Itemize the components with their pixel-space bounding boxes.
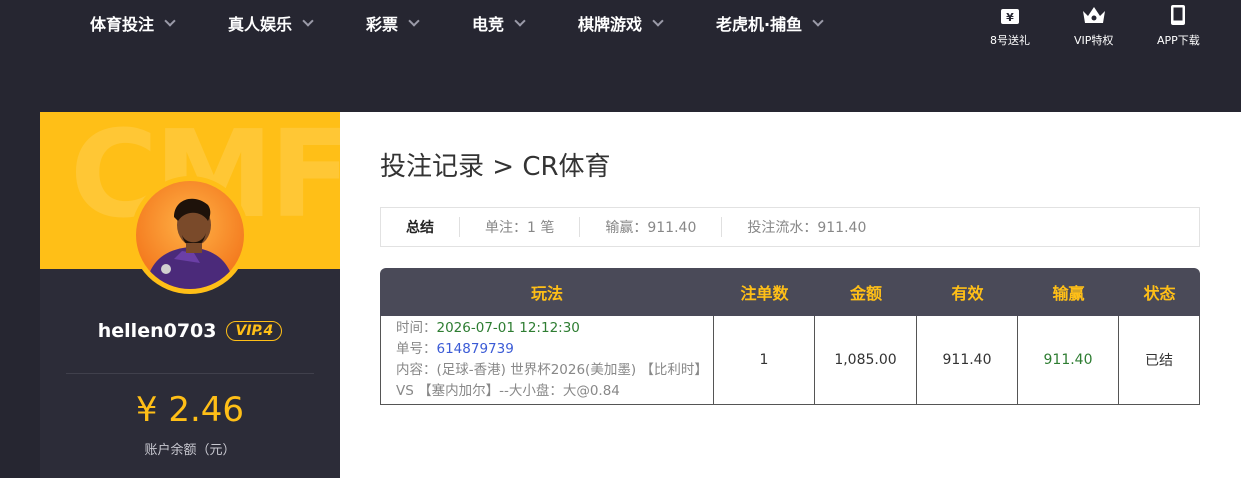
quick-link-label: 8号送礼: [990, 34, 1030, 47]
bet-amount-cell: 1,085.00: [815, 316, 917, 405]
account-balance-label: 账户余额（元）: [144, 443, 236, 458]
user-sidebar: CMF hellen0703 VIP.4 ¥ 2.46 账户余额（元）: [40, 112, 340, 478]
username: hellen0703: [97, 320, 217, 342]
chevron-down-icon: [514, 14, 526, 27]
svg-text:¥: ¥: [1006, 11, 1014, 24]
bet-order-number[interactable]: 614879739: [437, 341, 514, 357]
nav-item-lottery[interactable]: 彩票: [366, 11, 420, 35]
column-header-play: 玩法: [380, 268, 714, 316]
nav-label: 棋牌游戏: [578, 15, 643, 34]
bet-time: 2026-07-01 12:12:30: [436, 320, 580, 336]
chevron-down-icon: [652, 14, 664, 27]
top-navigation: 体育投注 真人娱乐 彩票 电竞 棋牌游戏 老虎机·捕鱼 ¥ 8号送礼 VIP特权…: [0, 0, 1241, 112]
vip-level-badge: VIP.4: [226, 321, 283, 341]
divider: [66, 373, 314, 374]
table-row: 时间：2026-07-01 12:12:30 单号：614879739 内容：(…: [380, 316, 1200, 405]
breadcrumb: 投注记录 > CR体育: [380, 152, 611, 182]
quick-link-label: APP下载: [1157, 34, 1200, 47]
column-header-amount: 金额: [815, 268, 917, 316]
bet-details-cell: 时间：2026-07-01 12:12:30 单号：614879739 内容：(…: [380, 316, 714, 405]
nav-label: 真人娱乐: [228, 15, 293, 34]
quick-link-app[interactable]: APP下载: [1157, 4, 1200, 48]
bet-order-label: 单号：: [396, 341, 437, 357]
bet-time-line: 时间：2026-07-01 12:12:30: [396, 318, 713, 339]
bet-valid-cell: 911.40: [917, 316, 1018, 405]
nav-label: 彩票: [366, 15, 399, 34]
summary-bar: 总结 单注：1 笔 输赢：911.40 投注流水：911.40: [380, 207, 1200, 247]
bet-time-label: 时间：: [396, 320, 437, 336]
bet-count-cell: 1: [714, 316, 815, 405]
bet-win-loss-cell: 911.40: [1018, 316, 1119, 405]
nav-label: 电竞: [472, 15, 505, 34]
quick-link-label: VIP特权: [1074, 34, 1114, 47]
avatar-image: [136, 181, 244, 289]
phone-icon: [1170, 4, 1186, 26]
column-header-valid: 有效: [917, 268, 1018, 316]
bet-content-line: 内容：(足球-香港) 世界杯2026(美加墨) 【比利时】 VS 【塞内加尔】-…: [396, 360, 713, 402]
nav-item-live-casino[interactable]: 真人娱乐: [228, 11, 314, 35]
nav-item-slots-fishing[interactable]: 老虎机·捕鱼: [716, 11, 824, 35]
column-header-win-loss: 输赢: [1018, 268, 1119, 316]
summary-win-loss: 输赢：911.40: [605, 220, 697, 236]
bet-content: (足球-香港) 世界杯2026(美加墨) 【比利时】 VS 【塞内加尔】--大小…: [396, 362, 708, 399]
table-header-row: 玩法 注单数 金额 有效 输赢 状态: [380, 268, 1200, 316]
gift-ticket-icon: ¥: [1000, 4, 1020, 26]
bet-records-table: 玩法 注单数 金额 有效 输赢 状态 时间：2026-07-01 12:12:3…: [380, 268, 1200, 405]
nav-item-esports[interactable]: 电竞: [472, 11, 526, 35]
quick-link-gift[interactable]: ¥ 8号送礼: [990, 4, 1030, 48]
chevron-down-icon: [812, 14, 824, 27]
column-header-status: 状态: [1119, 268, 1200, 316]
avatar[interactable]: [131, 176, 249, 294]
nav-item-card-games[interactable]: 棋牌游戏: [578, 11, 664, 35]
chevron-down-icon: [408, 14, 420, 27]
bet-content-label: 内容：: [396, 362, 437, 378]
bet-records-panel: 投注记录 > CR体育 总结 单注：1 笔 输赢：911.40 投注流水：911…: [340, 112, 1241, 478]
username-row: hellen0703 VIP.4: [40, 320, 340, 342]
nav-label: 老虎机·捕鱼: [716, 15, 803, 34]
column-header-bet-count: 注单数: [714, 268, 815, 316]
chevron-down-icon: [302, 14, 314, 27]
nav-item-sports[interactable]: 体育投注: [90, 11, 176, 35]
chevron-down-icon: [164, 14, 176, 27]
summary-title: 总结: [406, 220, 434, 236]
summary-turnover: 投注流水：911.40: [747, 220, 867, 236]
quick-link-vip[interactable]: VIP特权: [1074, 4, 1113, 48]
nav-label: 体育投注: [90, 15, 155, 34]
crown-icon: [1081, 4, 1107, 26]
account-balance: ¥ 2.46: [135, 390, 245, 430]
bet-order-line: 单号：614879739: [396, 339, 713, 360]
summary-bet-count: 单注：1 笔: [485, 220, 555, 236]
bet-status-cell: 已结: [1119, 316, 1200, 405]
